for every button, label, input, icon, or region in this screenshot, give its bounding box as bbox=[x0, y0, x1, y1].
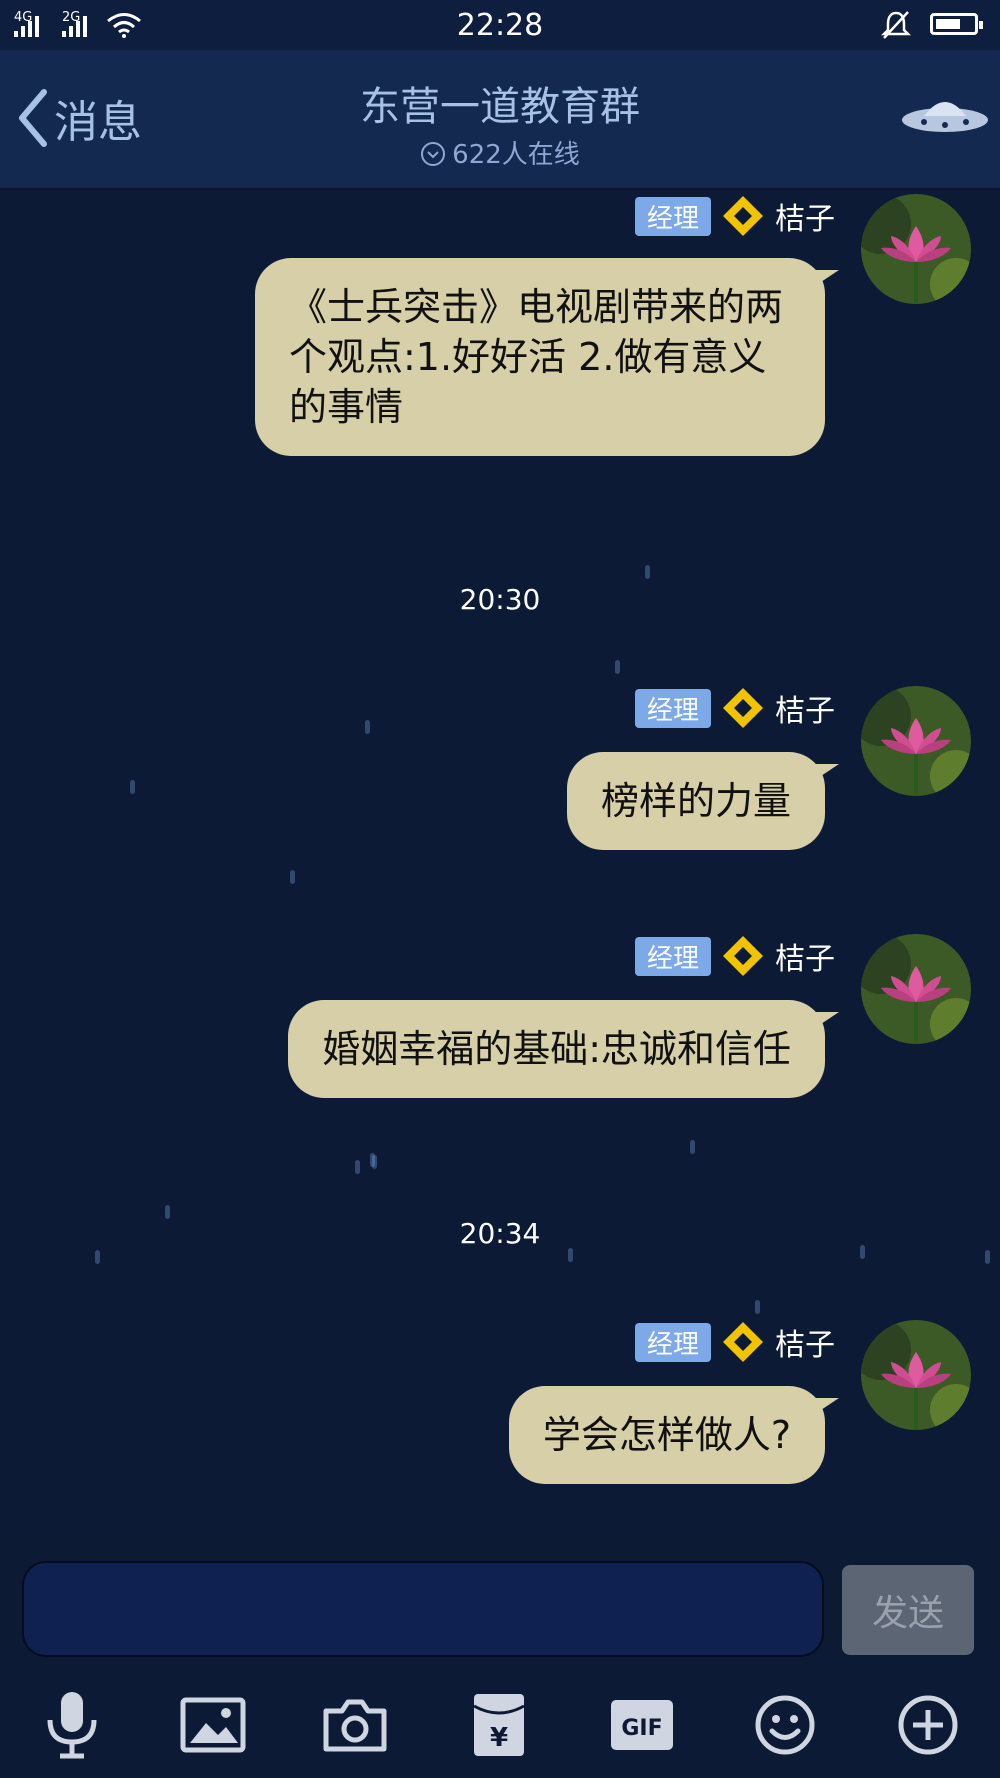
emoji-icon[interactable] bbox=[750, 1690, 820, 1760]
star-badge-icon bbox=[723, 936, 763, 976]
sender-name: 桔子 bbox=[775, 1328, 835, 1363]
status-time: 22:28 bbox=[456, 8, 544, 43]
sender-name: 桔子 bbox=[775, 942, 835, 977]
ufo-icon[interactable] bbox=[900, 92, 990, 138]
group-title: 东营一道教育群 bbox=[360, 84, 640, 130]
message-meta: 经理 桔子 bbox=[634, 686, 835, 730]
red-packet-icon[interactable]: ¥ bbox=[464, 1690, 534, 1760]
avatar[interactable] bbox=[861, 1320, 971, 1430]
message-bubble[interactable]: 《士兵突击》电视剧带来的两个观点:1.好好活 2.做有意义的事情 bbox=[255, 258, 839, 456]
send-button[interactable]: 发送 bbox=[842, 1565, 974, 1655]
gif-icon[interactable]: GIF bbox=[607, 1690, 677, 1760]
message-meta: 经理 桔子 bbox=[634, 1320, 835, 1364]
mute-bell-icon bbox=[880, 11, 912, 39]
message-input[interactable] bbox=[22, 1561, 824, 1657]
sender-name: 桔子 bbox=[775, 202, 835, 237]
message-list[interactable]: 经理 桔子 《士兵突击》电视剧带来的两个观点:1.好好活 2.做有意义的事情 2… bbox=[0, 190, 1000, 1535]
camera-icon[interactable] bbox=[320, 1690, 390, 1760]
chat-header: 消息 东营一道教育群 622人在线 bbox=[0, 50, 1000, 190]
avatar[interactable] bbox=[861, 194, 971, 304]
star-badge-icon bbox=[723, 196, 763, 236]
gif-label: GIF bbox=[621, 1716, 662, 1741]
message-bubble[interactable]: 榜样的力量 bbox=[566, 752, 840, 850]
microphone-icon[interactable] bbox=[37, 1690, 107, 1760]
role-badge: 经理 bbox=[634, 936, 711, 976]
message-bubble[interactable]: 学会怎样做人? bbox=[508, 1386, 840, 1484]
avatar[interactable] bbox=[861, 934, 971, 1044]
timestamp: 20:34 bbox=[459, 1217, 541, 1250]
online-count[interactable]: 622人在线 bbox=[0, 134, 1000, 171]
sender-name: 桔子 bbox=[775, 694, 835, 729]
chevron-down-circle-icon bbox=[421, 142, 446, 166]
battery-icon bbox=[930, 13, 983, 35]
svg-text:¥: ¥ bbox=[490, 1723, 508, 1753]
avatar[interactable] bbox=[861, 686, 971, 796]
message-meta: 经理 桔子 bbox=[634, 194, 835, 238]
image-icon[interactable] bbox=[178, 1690, 248, 1760]
chat-toolbar: ¥ GIF bbox=[0, 1668, 1000, 1778]
message-meta: 经理 桔子 bbox=[634, 934, 835, 978]
role-badge: 经理 bbox=[634, 688, 711, 728]
role-badge: 经理 bbox=[634, 196, 711, 236]
role-badge: 经理 bbox=[634, 1322, 711, 1362]
input-bar: 发送 bbox=[0, 1535, 1000, 1657]
online-count-label: 622人在线 bbox=[452, 140, 580, 170]
status-bar: 4G 2G 22:28 bbox=[0, 0, 1000, 50]
message-bubble[interactable]: 婚姻幸福的基础:忠诚和信任 bbox=[288, 1000, 839, 1098]
star-badge-icon bbox=[723, 688, 763, 728]
timestamp: 20:30 bbox=[459, 583, 541, 616]
star-badge-icon bbox=[723, 1322, 763, 1362]
plus-icon[interactable] bbox=[893, 1690, 963, 1760]
